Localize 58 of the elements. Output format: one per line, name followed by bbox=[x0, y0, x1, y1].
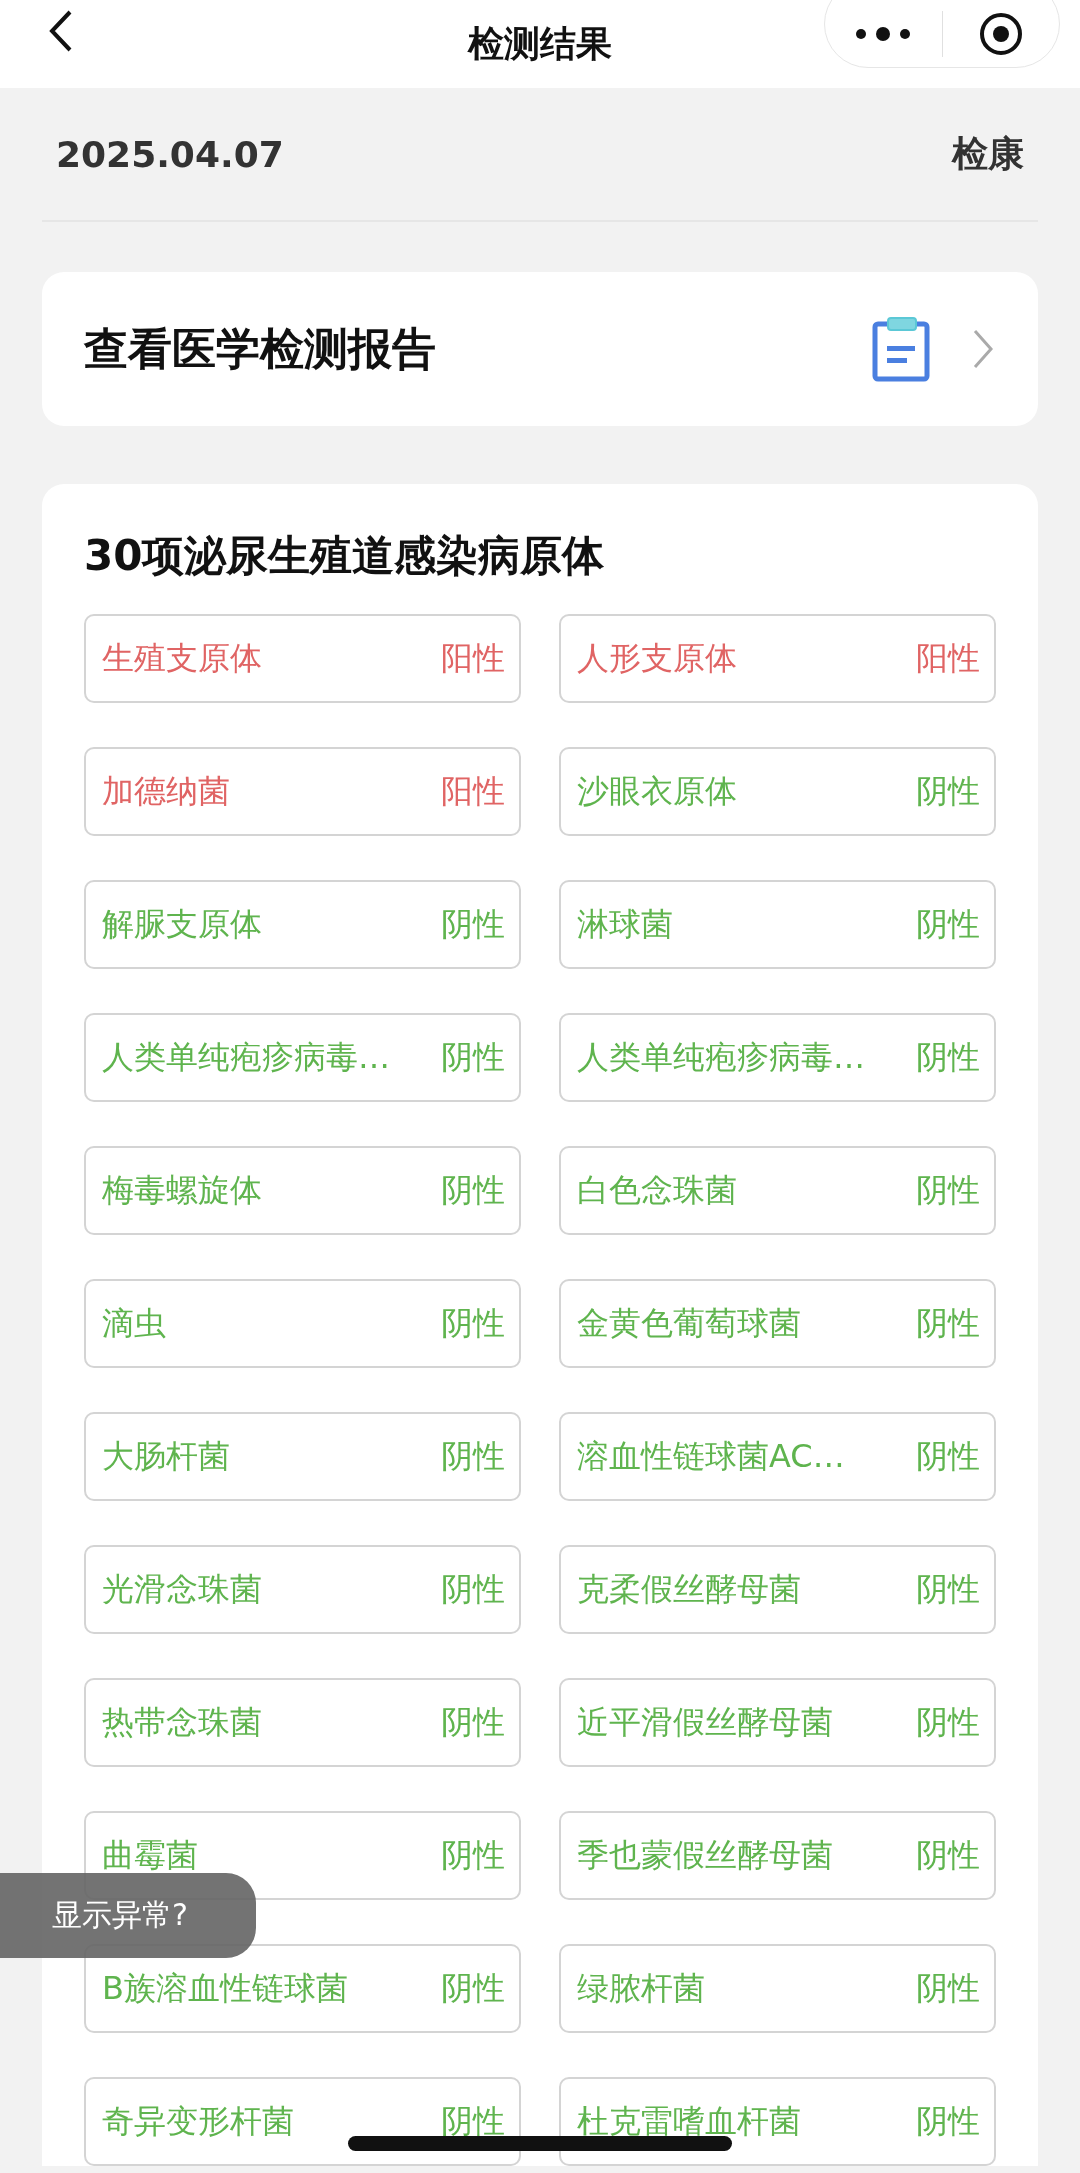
brand-name: 检康 bbox=[952, 131, 1024, 176]
pathogen-name: 金黄色葡萄球菌 bbox=[577, 1302, 801, 1344]
pathogen-name: 杜克雷嗜血杆菌 bbox=[577, 2100, 801, 2142]
result-value: 阳性 bbox=[441, 637, 505, 679]
result-value: 阴性 bbox=[441, 1967, 505, 2009]
report-date: 2025.04.07 bbox=[56, 133, 284, 175]
result-value: 阴性 bbox=[916, 903, 980, 945]
pathogen-name: 溶血性链球菌AC… bbox=[577, 1435, 845, 1477]
pathogen-name: B族溶血性链球菌 bbox=[102, 1967, 348, 2009]
pathogen-name: 曲霉菌 bbox=[102, 1834, 198, 1876]
result-value: 阴性 bbox=[916, 1169, 980, 1211]
result-value: 阴性 bbox=[916, 1967, 980, 2009]
report-link-card[interactable]: 查看医学检测报告 bbox=[42, 272, 1038, 426]
pathogen-name: 大肠杆菌 bbox=[102, 1435, 230, 1477]
result-value: 阴性 bbox=[441, 1701, 505, 1743]
pathogen-name: 人类单纯疱疹病毒… bbox=[577, 1036, 865, 1078]
result-value: 阴性 bbox=[916, 1834, 980, 1876]
result-value: 阴性 bbox=[441, 1302, 505, 1344]
result-value: 阴性 bbox=[916, 770, 980, 812]
pathogen-name: 生殖支原体 bbox=[102, 637, 262, 679]
result-value: 阴性 bbox=[441, 1036, 505, 1078]
page-title: 检测结果 bbox=[468, 21, 612, 66]
result-value: 阴性 bbox=[441, 2100, 505, 2142]
chevron-right-icon bbox=[972, 328, 994, 370]
result-value: 阴性 bbox=[441, 1834, 505, 1876]
result-value: 阴性 bbox=[916, 1302, 980, 1344]
result-value: 阴性 bbox=[441, 1169, 505, 1211]
pathogen-name: 绿脓杆菌 bbox=[577, 1967, 705, 2009]
pathogen-name: 滴虫 bbox=[102, 1302, 166, 1344]
panel-title: 30项泌尿生殖道感染病原体 bbox=[84, 530, 606, 582]
pathogen-name: 克柔假丝酵母菌 bbox=[577, 1568, 801, 1610]
pathogen-name: 热带念珠菌 bbox=[102, 1701, 262, 1743]
pathogen-name: 人类单纯疱疹病毒… bbox=[102, 1036, 390, 1078]
more-icon[interactable] bbox=[855, 26, 912, 42]
result-value: 阴性 bbox=[441, 1435, 505, 1477]
pathogen-name: 梅毒螺旋体 bbox=[102, 1169, 262, 1211]
pathogen-name: 淋球菌 bbox=[577, 903, 673, 945]
result-value: 阴性 bbox=[916, 1701, 980, 1743]
pathogen-name: 白色念珠菌 bbox=[577, 1169, 737, 1211]
result-value: 阴性 bbox=[916, 1036, 980, 1078]
pathogen-name: 近平滑假丝酵母菌 bbox=[577, 1701, 833, 1743]
pathogen-name: 光滑念珠菌 bbox=[102, 1568, 262, 1610]
result-value: 阴性 bbox=[916, 1568, 980, 1610]
pathogen-name: 沙眼衣原体 bbox=[577, 770, 737, 812]
pathogen-name: 解脲支原体 bbox=[102, 903, 262, 945]
result-value: 阳性 bbox=[916, 637, 980, 679]
pathogen-name: 季也蒙假丝酵母菌 bbox=[577, 1834, 833, 1876]
result-value: 阴性 bbox=[916, 1435, 980, 1477]
result-value: 阳性 bbox=[441, 770, 505, 812]
clipboard-icon bbox=[872, 316, 930, 382]
result-value: 阴性 bbox=[441, 1568, 505, 1610]
pathogen-name: 人形支原体 bbox=[577, 637, 737, 679]
close-icon[interactable] bbox=[977, 11, 1024, 57]
pathogen-name: 奇异变形杆菌 bbox=[102, 2100, 294, 2142]
pathogen-name: 加德纳菌 bbox=[102, 770, 230, 812]
toast-button[interactable]: 显示异常? bbox=[0, 1873, 256, 1958]
result-value: 阴性 bbox=[916, 2100, 980, 2142]
result-value: 阴性 bbox=[441, 903, 505, 945]
